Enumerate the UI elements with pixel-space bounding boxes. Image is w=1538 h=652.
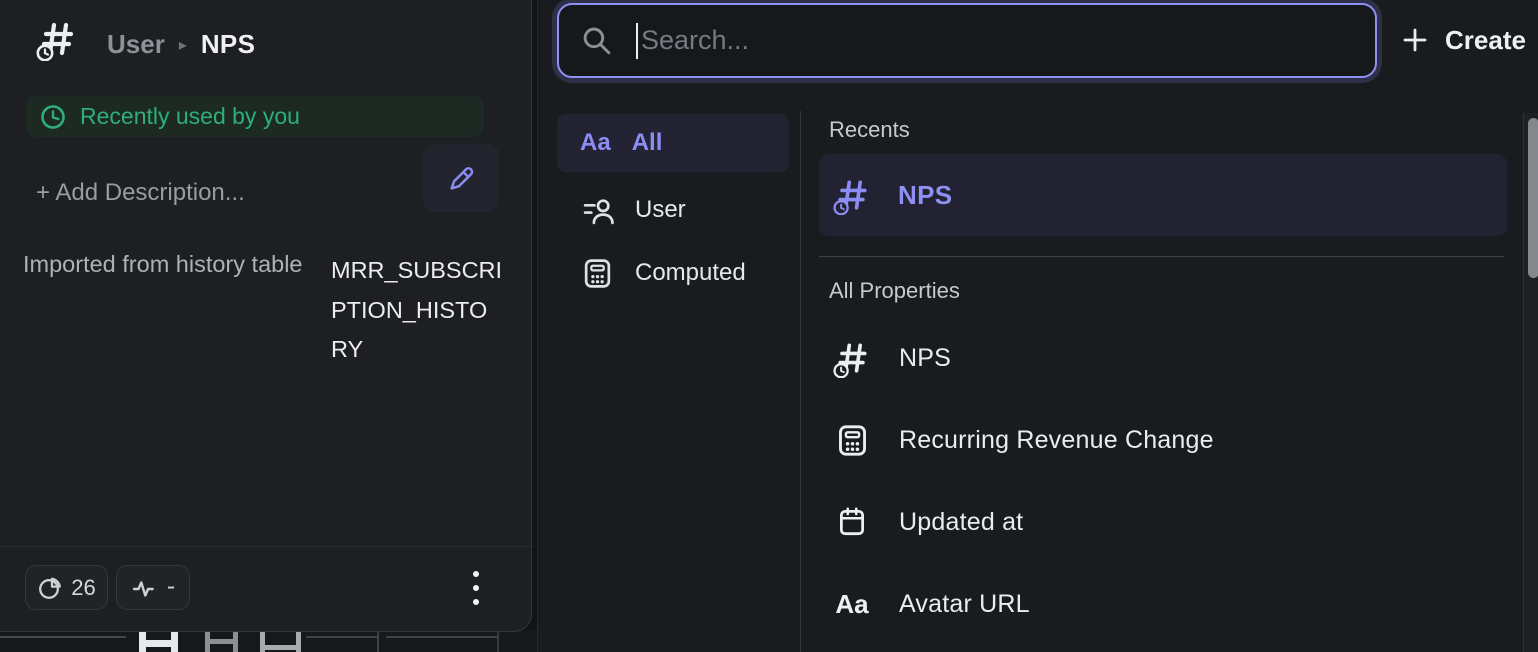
filter-tab-all[interactable]: Aa All — [557, 114, 789, 172]
footer-divider — [0, 546, 533, 547]
search-icon — [581, 25, 612, 56]
property-row-nps[interactable]: NPS — [819, 317, 1519, 399]
value-count: 26 — [71, 575, 95, 601]
property-label: Recurring Revenue Change — [899, 426, 1214, 455]
value-count-chip[interactable]: 26 — [25, 565, 108, 610]
recent-item-nps[interactable]: NPS — [819, 154, 1507, 236]
recently-used-badge: Recently used by you — [26, 96, 484, 137]
breadcrumb-current: NPS — [201, 29, 255, 60]
filter-tab-user[interactable]: User — [557, 184, 789, 236]
property-row-updated-at[interactable]: Updated at — [819, 481, 1519, 563]
property-label: Updated at — [899, 508, 1023, 537]
create-button-label: Create — [1445, 25, 1526, 56]
trend-chip[interactable]: - — [116, 565, 190, 610]
text-format-icon: Aa — [831, 589, 873, 620]
pie-chart-icon — [37, 575, 63, 601]
number-history-icon — [831, 338, 873, 378]
list-divider — [819, 256, 1504, 257]
recently-used-label: Recently used by you — [80, 103, 300, 130]
import-source-value: MRR_SUBSCRIPTION_HISTORY — [331, 251, 503, 370]
column-divider — [800, 111, 801, 652]
number-history-icon — [35, 17, 79, 61]
plus-icon — [1400, 25, 1430, 55]
calculator-icon — [831, 423, 873, 458]
property-row-avatar-url[interactable]: Aa Avatar URL — [819, 563, 1519, 645]
add-description-button[interactable]: + Add Description... — [36, 179, 245, 207]
text-cursor — [636, 23, 638, 59]
property-row-recurring-revenue-change[interactable]: Recurring Revenue Change — [819, 399, 1519, 481]
breadcrumb: User ▸ NPS — [107, 25, 255, 63]
property-label: Avatar URL — [899, 590, 1030, 619]
property-details-card: User ▸ NPS Recently used by you + Add De… — [0, 0, 532, 632]
create-button[interactable]: Create — [1394, 15, 1532, 65]
scrollbar-thumb[interactable] — [1528, 118, 1538, 278]
filter-tab-computed[interactable]: Computed — [557, 247, 789, 299]
trend-value: - — [167, 572, 175, 601]
recents-header: Recents — [829, 117, 910, 143]
filter-tab-label: All — [632, 129, 663, 157]
edit-description-button[interactable] — [423, 144, 499, 212]
recent-item-label: NPS — [898, 180, 952, 211]
background-table-fragment — [0, 630, 537, 652]
activity-pulse-icon — [131, 575, 157, 601]
scrollbar-track[interactable] — [1523, 113, 1538, 652]
screen: User ▸ NPS Recently used by you + Add De… — [0, 0, 1538, 652]
breadcrumb-separator-icon: ▸ — [179, 33, 187, 55]
calendar-icon — [831, 505, 873, 539]
text-format-icon: Aa — [580, 129, 611, 157]
filter-tab-label: Computed — [635, 259, 746, 287]
calculator-icon — [580, 257, 614, 290]
number-history-icon — [832, 175, 872, 215]
pencil-icon — [446, 163, 477, 194]
import-source-label: Imported from history table — [23, 251, 303, 278]
search-input[interactable] — [641, 25, 1355, 56]
filter-tab-label: User — [635, 196, 686, 224]
breadcrumb-parent: User — [107, 29, 165, 60]
search-box[interactable] — [557, 3, 1377, 78]
property-picker-overlay: Create Aa All User — [537, 0, 1538, 652]
more-options-button[interactable] — [469, 567, 483, 609]
user-list-icon — [580, 194, 614, 227]
property-label: NPS — [899, 344, 951, 373]
clock-icon — [39, 103, 67, 131]
all-properties-header: All Properties — [829, 278, 960, 304]
